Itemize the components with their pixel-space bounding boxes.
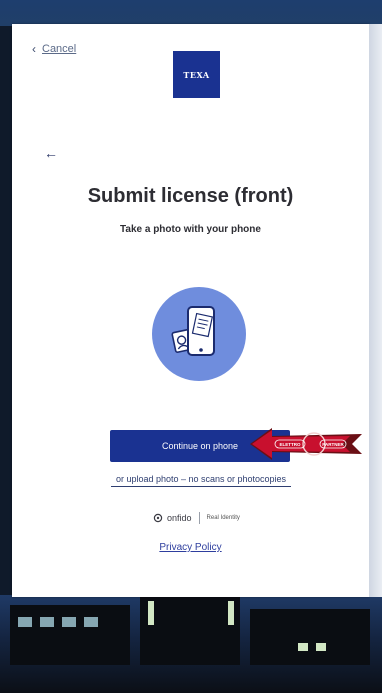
texa-logo: TEXA — [173, 51, 220, 98]
cancel-label: Cancel — [42, 43, 77, 55]
red-arrow-icon: ELETTRO PARTNER — [250, 428, 362, 460]
divider — [198, 512, 200, 524]
page-title: Submit license (front) — [87, 185, 294, 207]
onfido-logo-icon — [153, 513, 163, 523]
onfido-tagline: Real Identity — [206, 515, 240, 521]
page-subtitle: Take a photo with your phone — [120, 224, 261, 235]
arrow-left-icon: ← — [44, 145, 58, 161]
window-side-strip — [369, 24, 382, 597]
background-top — [0, 0, 382, 26]
back-button[interactable]: ← — [44, 145, 58, 161]
phone-document-icon — [171, 306, 215, 356]
upload-photo-link[interactable]: or upload photo – no scans or photocopie… — [111, 474, 291, 487]
phone-document-illustration — [152, 287, 246, 381]
background-building-photo — [0, 595, 382, 693]
privacy-policy-link[interactable]: Privacy Policy — [12, 542, 369, 553]
chevron-left-icon: ‹ — [32, 42, 36, 56]
partner-overlay-banner: ELETTRO PARTNER — [250, 424, 362, 464]
overlay-left-text: ELETTRO — [280, 442, 301, 447]
onfido-brand-text: onfido — [167, 513, 192, 523]
continue-label: Continue on phone — [161, 441, 239, 451]
onfido-branding: onfido Real Identity — [153, 512, 240, 524]
overlay-right-text: PARTNER — [322, 442, 344, 447]
logo-text: TEXA — [183, 69, 210, 80]
cancel-link[interactable]: ‹ Cancel — [32, 42, 76, 56]
